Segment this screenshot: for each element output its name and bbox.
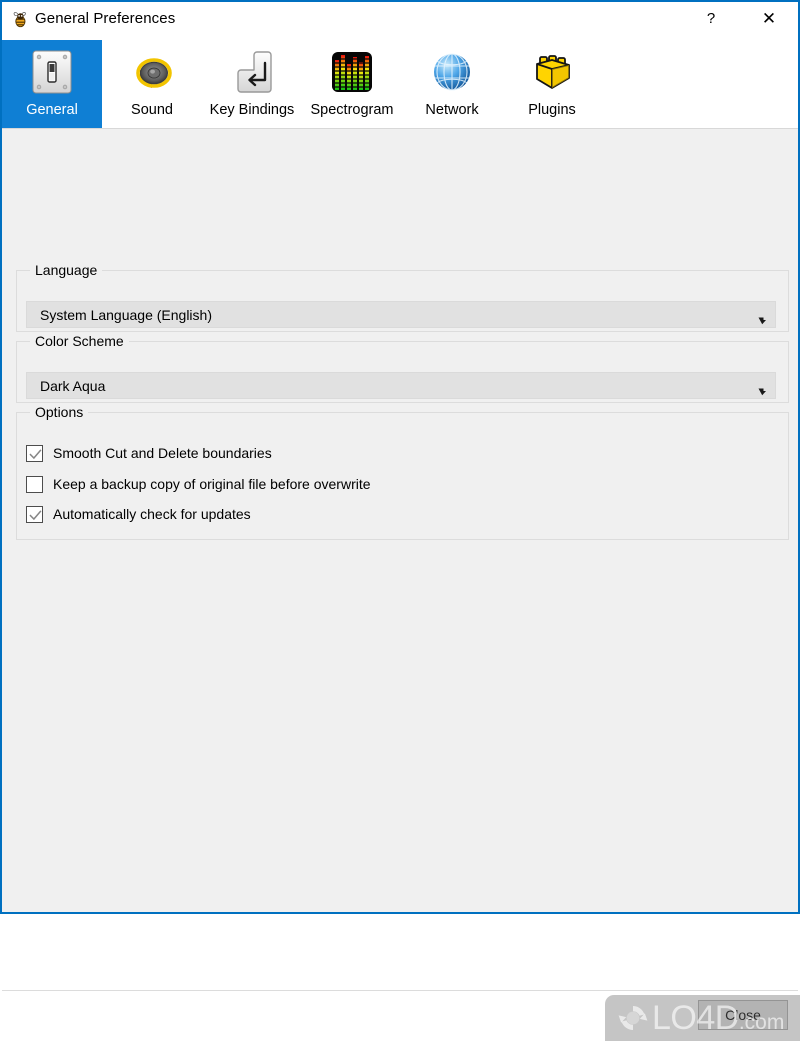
checkbox-box [26, 506, 43, 523]
preferences-window: General Preferences ? ✕ General Sound Ke… [0, 0, 800, 1041]
tab-spectrogram-label: Spectrogram [310, 102, 394, 118]
check-icon [28, 447, 43, 462]
tab-network[interactable]: Network [402, 40, 502, 128]
tab-general[interactable]: General [2, 40, 102, 128]
tab-bar: General Sound Key Bindings Spectrogram N… [2, 37, 798, 129]
window-title: General Preferences [35, 10, 176, 27]
tab-network-label: Network [425, 102, 479, 118]
help-button[interactable]: ? [689, 4, 733, 34]
tab-general-label: General [26, 102, 78, 118]
tab-plugins-label: Plugins [528, 102, 576, 118]
color-scheme-dropdown-value: Dark Aqua [40, 378, 106, 394]
checkbox-smooth-cut-delete-label: Smooth Cut and Delete boundaries [53, 445, 272, 461]
bee-app-icon [12, 11, 29, 28]
language-dropdown-value: System Language (English) [40, 307, 212, 323]
speaker-icon [128, 48, 176, 96]
spectrogram-icon [328, 48, 376, 96]
checkbox-keep-backup-label: Keep a backup copy of original file befo… [53, 476, 371, 492]
circular-arrows-icon [617, 1002, 649, 1034]
tab-spectrogram[interactable]: Spectrogram [302, 40, 402, 128]
checkbox-auto-update-label: Automatically check for updates [53, 506, 251, 522]
color-scheme-dropdown[interactable]: Dark Aqua [26, 372, 776, 399]
tab-plugins[interactable]: Plugins [502, 40, 602, 128]
close-button[interactable]: Close [698, 1000, 788, 1030]
globe-network-icon [428, 48, 476, 96]
preferences-content: Language System Language (English) Color… [2, 129, 800, 1041]
checkbox-box [26, 476, 43, 493]
chevron-down-icon [758, 312, 767, 325]
language-group-title: Language [30, 262, 103, 278]
footer-separator [2, 990, 798, 991]
options-group-title: Options [30, 404, 89, 420]
close-window-button[interactable]: ✕ [747, 4, 791, 34]
color-scheme-group-title: Color Scheme [30, 333, 129, 349]
tab-sound[interactable]: Sound [102, 40, 202, 128]
language-dropdown[interactable]: System Language (English) [26, 301, 776, 328]
tab-sound-label: Sound [131, 102, 173, 118]
light-switch-icon [28, 48, 76, 96]
title-bar: General Preferences ? ✕ [2, 2, 798, 37]
lego-brick-icon [528, 48, 576, 96]
tab-key-bindings-label: Key Bindings [209, 102, 295, 118]
enter-key-icon [228, 48, 276, 96]
tab-key-bindings[interactable]: Key Bindings [202, 40, 302, 128]
chevron-down-icon [758, 383, 767, 396]
checkbox-box [26, 445, 43, 462]
check-icon [28, 508, 43, 523]
